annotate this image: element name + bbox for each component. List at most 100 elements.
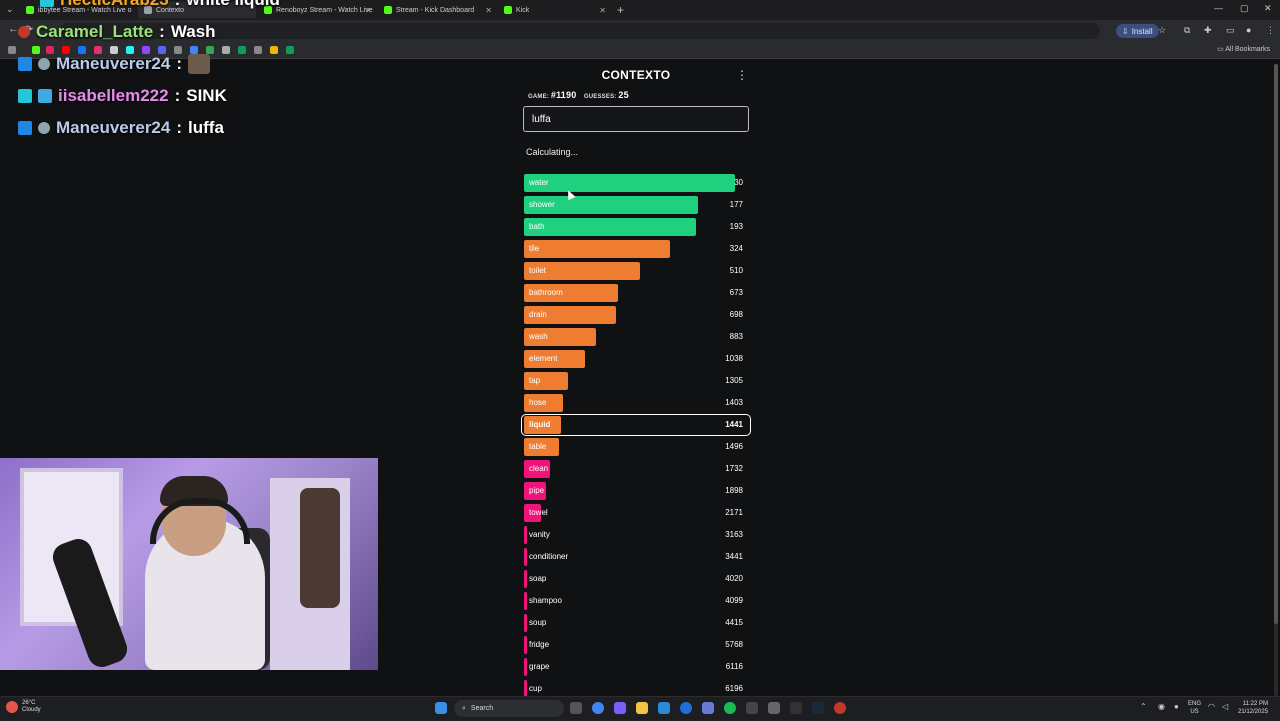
guess-distance: 1441 xyxy=(725,420,743,429)
discord-bookmark-icon[interactable] xyxy=(158,46,166,54)
guess-word: vanity xyxy=(529,530,550,539)
sidebar-icon[interactable]: ▭ xyxy=(1226,25,1235,36)
apps-icon[interactable] xyxy=(8,46,16,54)
maximize-icon[interactable]: ▢ xyxy=(1240,3,1249,14)
webcam-feed xyxy=(0,458,378,670)
scrollbar-thumb[interactable] xyxy=(1274,64,1278,624)
file-explorer-icon[interactable] xyxy=(636,702,648,714)
url-field[interactable] xyxy=(60,23,1100,39)
network-icon[interactable]: ◉ xyxy=(1158,702,1165,711)
guess-row: element 1038 xyxy=(523,350,749,368)
bookmark-icon[interactable] xyxy=(174,46,182,54)
all-bookmarks[interactable]: ▭ All Bookmarks xyxy=(1217,45,1270,53)
app-icon[interactable] xyxy=(614,702,626,714)
guess-distance: 698 xyxy=(729,310,743,319)
obs-icon[interactable] xyxy=(746,702,758,714)
kick-bookmark-icon[interactable] xyxy=(32,46,40,54)
chat-message: Caramel_Latte : Wash xyxy=(18,22,216,42)
puzzle-icon[interactable]: ✚ xyxy=(1204,25,1212,36)
volume-icon[interactable]: ◁ xyxy=(1222,702,1228,711)
app-icon[interactable] xyxy=(834,702,846,714)
chrome-icon[interactable] xyxy=(592,702,604,714)
guess-word: grape xyxy=(529,662,550,671)
bookmark-icon[interactable] xyxy=(222,46,230,54)
tab-title: Stream - Kick Dashboard xyxy=(396,6,475,14)
chat-separator: : xyxy=(176,54,183,73)
discord-icon[interactable] xyxy=(702,702,714,714)
install-button[interactable]: ⇩ Install xyxy=(1116,24,1159,38)
guess-distance: 6196 xyxy=(725,684,743,693)
microphone-icon[interactable]: ● xyxy=(1174,702,1179,711)
close-tab-icon[interactable]: ✕ xyxy=(599,6,606,15)
youtube-bookmark-icon[interactable] xyxy=(62,46,70,54)
guess-row: liquid 1441 xyxy=(521,414,751,436)
wifi-icon[interactable]: ◠ xyxy=(1208,702,1215,711)
windows-start-icon[interactable] xyxy=(435,702,447,714)
folder-icon: ▭ xyxy=(1217,46,1224,53)
bookmark-icon[interactable] xyxy=(206,46,214,54)
close-tab-icon[interactable]: ✕ xyxy=(365,6,372,15)
task-view-icon[interactable] xyxy=(570,702,582,714)
guess-row: tile 324 xyxy=(523,240,749,258)
app-icon[interactable] xyxy=(768,702,780,714)
guess-distance: 2171 xyxy=(725,508,743,517)
new-tab-icon[interactable]: + xyxy=(617,3,624,17)
similarity-bar xyxy=(524,592,527,610)
guess-word: bath xyxy=(529,222,545,231)
guess-row: conditioner 3441 xyxy=(523,548,749,566)
google-bookmark-icon[interactable] xyxy=(190,46,198,54)
guess-row: vanity 3163 xyxy=(523,526,749,544)
tray-chevron-icon[interactable]: ⌃ xyxy=(1140,702,1147,711)
tab-search-icon[interactable]: ⌄ xyxy=(6,4,14,15)
close-window-icon[interactable]: ✕ xyxy=(1264,3,1272,14)
guess-word: element xyxy=(529,354,558,363)
guess-distance: 510 xyxy=(729,266,743,275)
twitch-bookmark-icon[interactable] xyxy=(142,46,150,54)
tab-kick-dashboard[interactable]: Stream - Kick Dashboard ✕ xyxy=(378,2,496,18)
instagram-bookmark-icon[interactable] xyxy=(94,46,102,54)
kick-favicon-icon xyxy=(26,6,34,14)
guess-word: hose xyxy=(529,398,547,407)
install-label: Install xyxy=(1131,26,1153,36)
guess-word: tap xyxy=(529,376,541,385)
chat-message: HecticArab23 : white liquid xyxy=(40,0,280,10)
guess-input[interactable] xyxy=(523,106,749,132)
more-options-icon[interactable]: ⋮ xyxy=(736,68,748,82)
guess-word: drain xyxy=(529,310,547,319)
extension-icon[interactable]: ⧉ xyxy=(1184,25,1190,36)
menu-icon[interactable]: ⋮ xyxy=(1266,25,1275,36)
close-tab-icon[interactable]: ✕ xyxy=(485,6,492,15)
tab-kick[interactable]: Kick ✕ xyxy=(498,2,610,18)
spotify-icon[interactable] xyxy=(724,702,736,714)
similarity-bar xyxy=(524,636,527,654)
verified-badge-icon xyxy=(38,58,50,70)
guess-row: tap 1305 xyxy=(523,372,749,390)
taskbar-search[interactable]: ⌕ Search xyxy=(454,700,564,717)
tiktok-bookmark-icon[interactable] xyxy=(126,46,134,54)
bookmark-icon[interactable] xyxy=(254,46,262,54)
drive-bookmark-icon[interactable] xyxy=(286,46,294,54)
guess-row: pipe 1898 xyxy=(523,482,749,500)
minimize-icon[interactable]: — xyxy=(1214,3,1223,13)
x-bookmark-icon[interactable] xyxy=(110,46,118,54)
profile-icon[interactable]: ● xyxy=(1246,25,1251,35)
app-icon[interactable] xyxy=(790,702,802,714)
edge-icon[interactable] xyxy=(680,702,692,714)
guess-row: bath 193 xyxy=(523,218,749,236)
bookmark-star-icon[interactable]: ☆ xyxy=(1158,25,1166,36)
weather-widget[interactable]: 26°C Cloudy xyxy=(6,700,41,714)
similarity-bar xyxy=(524,174,735,192)
language-indicator[interactable]: ENG US xyxy=(1188,700,1201,716)
facebook-bookmark-icon[interactable] xyxy=(78,46,86,54)
guess-distance: 1496 xyxy=(725,442,743,451)
sheets-bookmark-icon[interactable] xyxy=(238,46,246,54)
app-icon[interactable] xyxy=(658,702,670,714)
game-number: #1190 xyxy=(550,90,577,100)
webcam-clothes-shape xyxy=(300,488,340,608)
guess-list: water 30 shower 177 bath 193 tile 324 toilet 510 b… xyxy=(521,174,751,702)
bookmark-icon[interactable] xyxy=(46,46,54,54)
system-clock[interactable]: 11:22 PM 21/12/2025 xyxy=(1238,700,1268,716)
guess-word: soup xyxy=(529,618,547,627)
bookmark-icon[interactable] xyxy=(270,46,278,54)
steam-icon[interactable] xyxy=(812,702,824,714)
